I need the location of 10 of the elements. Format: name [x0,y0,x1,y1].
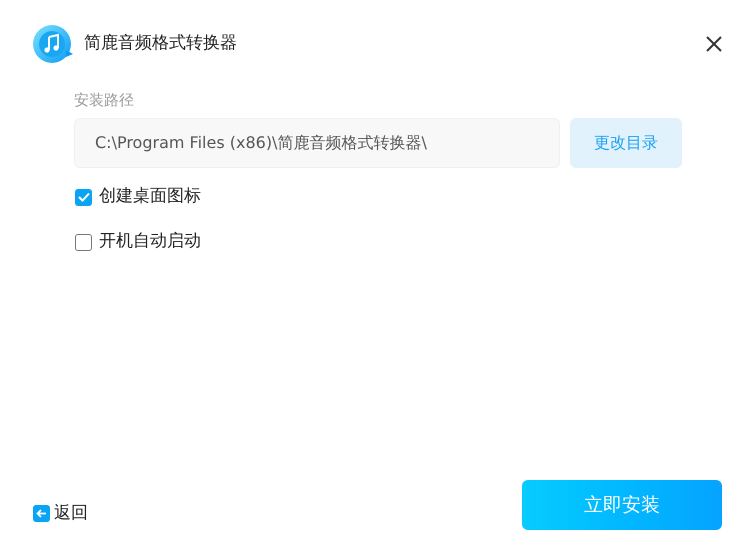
checkbox[interactable] [75,234,92,250]
window-title: 简鹿音频格式转换器 [84,32,237,56]
close-icon[interactable] [706,36,722,52]
path-field[interactable]: C:\Program Files (x86)\简鹿音频格式转换器\ [74,118,560,168]
checkbox[interactable] [75,188,92,206]
back-link[interactable]: 返回 [54,500,88,526]
option-label: 开机自动启动 [99,230,201,254]
field-label: 安装路径 [74,90,135,111]
music-note-icon [32,24,74,64]
option-label: 创建桌面图标 [99,185,201,208]
